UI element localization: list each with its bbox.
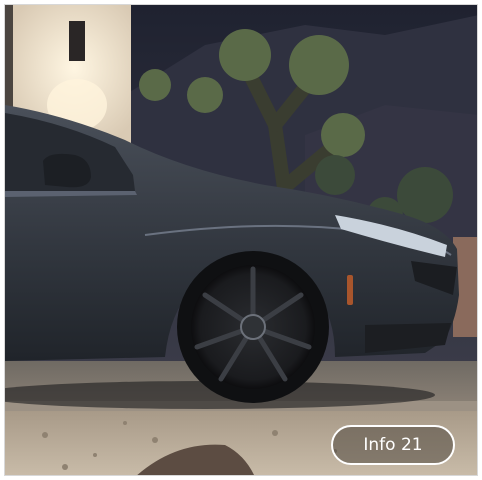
info-button[interactable]: Info 21 <box>331 425 455 465</box>
car-photo: Info 21 <box>4 4 478 476</box>
car-photo-scene <box>5 5 477 475</box>
info-button-label: Info 21 <box>363 435 423 455</box>
